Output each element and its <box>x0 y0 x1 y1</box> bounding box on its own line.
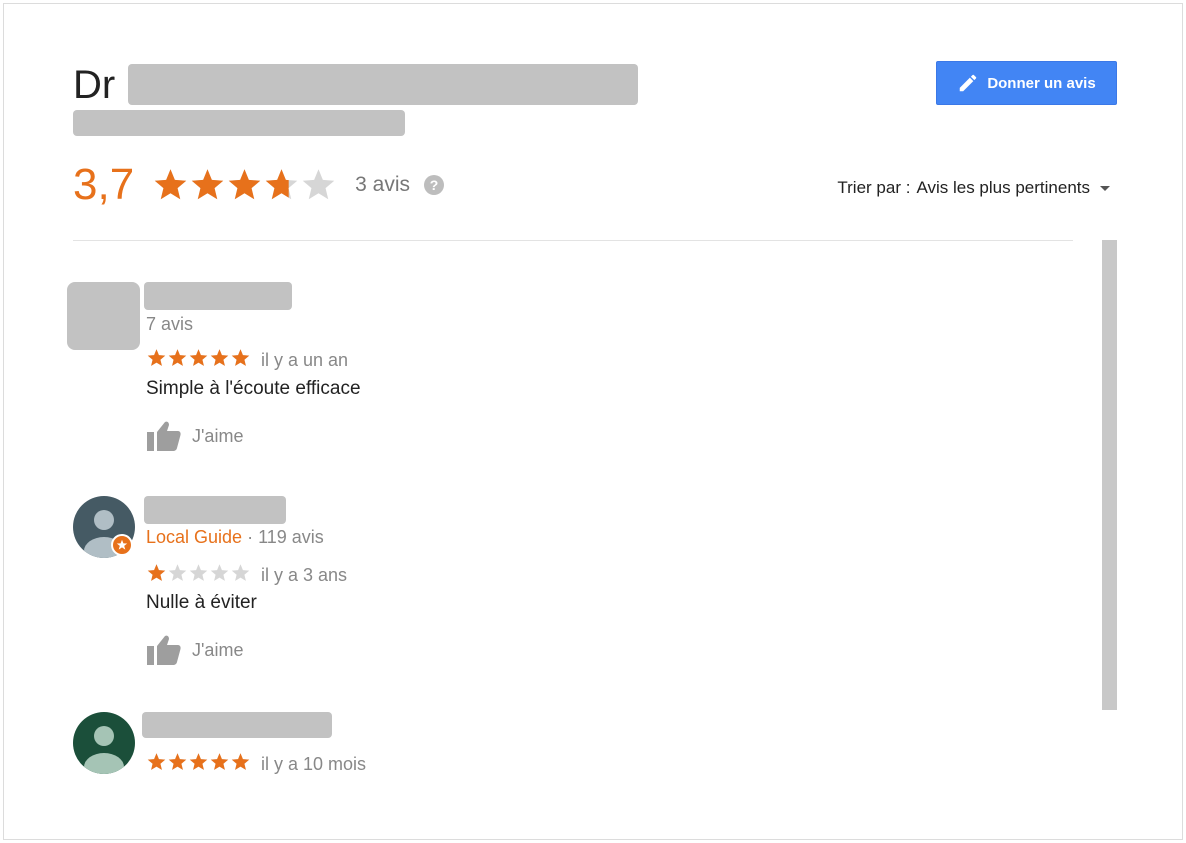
thumbs-up-icon <box>147 421 181 451</box>
like-label: J'aime <box>192 639 244 660</box>
star-icon <box>209 348 230 373</box>
redacted-doctor-name <box>128 64 638 105</box>
write-review-label: Donner un avis <box>987 74 1096 92</box>
like-button[interactable]: J'aime <box>146 634 243 666</box>
star-icon <box>230 563 251 588</box>
sort-value: Avis les plus pertinents <box>916 178 1090 197</box>
star-icon <box>188 348 209 373</box>
page-title: Dr <box>73 60 115 110</box>
review-text: Nulle à éviter <box>146 592 257 613</box>
star-icon <box>146 752 167 777</box>
pencil-icon <box>960 74 977 92</box>
local-guide-label[interactable]: Local Guide <box>146 527 242 547</box>
review-count[interactable]: 3 avis <box>355 173 410 197</box>
sort-label: Trier par : <box>837 178 911 197</box>
scrollbar[interactable] <box>1102 240 1117 710</box>
review-rating: il y a 3 ans <box>146 563 347 588</box>
reviewer-avatar[interactable] <box>73 712 135 774</box>
redacted-reviewer-name[interactable] <box>144 282 292 310</box>
star-icon <box>167 348 188 373</box>
review-time: il y a 10 mois <box>261 754 367 774</box>
review-text: Simple à l'écoute efficace <box>146 378 361 399</box>
person-icon <box>73 712 135 774</box>
divider <box>73 240 1073 241</box>
star-icon <box>152 167 189 203</box>
title-prefix: Dr <box>73 63 116 107</box>
help-icon[interactable]: ? <box>424 175 445 195</box>
star-icon <box>146 563 167 588</box>
star-icon <box>188 752 209 777</box>
write-review-button[interactable]: Donner un avis <box>936 61 1117 105</box>
average-stars <box>152 167 337 203</box>
star-icon <box>167 752 188 777</box>
reviewer-review-count: 7 avis <box>146 314 194 334</box>
redacted-reviewer-name[interactable] <box>144 496 286 524</box>
review-item: 7 avis il y a un an Simple à l'écoute ef… <box>67 282 1067 462</box>
reviewer-stats: 7 avis <box>146 314 193 335</box>
star-icon <box>209 752 230 777</box>
placeholder-avatar[interactable] <box>67 282 140 350</box>
like-button[interactable]: J'aime <box>146 420 243 452</box>
review-stars <box>146 563 251 588</box>
star-icon <box>167 563 188 588</box>
review-stars <box>146 752 251 777</box>
review-rating: il y a 10 mois <box>146 752 366 777</box>
chevron-down-icon <box>1100 185 1110 191</box>
review-stars <box>146 348 251 373</box>
review-item: il y a 10 mois <box>67 712 1067 792</box>
review-rating: il y a un an <box>146 348 348 373</box>
star-icon <box>188 563 209 588</box>
star-icon <box>263 167 300 203</box>
redacted-reviewer-name[interactable] <box>142 712 332 738</box>
review-time: il y a un an <box>261 350 349 370</box>
thumbs-up-icon <box>147 635 181 665</box>
star-icon <box>146 348 167 373</box>
average-rating: 3,7 <box>73 160 135 209</box>
reviewer-stats: Local Guide · 119 avis <box>146 527 324 548</box>
review-item: Local Guide · 119 avis il y a 3 ans Null… <box>67 496 1067 676</box>
local-guide-badge-icon <box>111 534 133 556</box>
star-icon <box>230 348 251 373</box>
like-label: J'aime <box>192 425 244 446</box>
rating-summary: 3,7 3 avis ? <box>73 155 445 215</box>
star-icon <box>230 752 251 777</box>
redacted-address <box>73 110 405 136</box>
star-icon <box>189 167 226 203</box>
star-icon <box>300 167 337 203</box>
reviewer-review-count: · 119 avis <box>242 527 324 547</box>
star-icon <box>209 563 230 588</box>
sort-dropdown[interactable]: Trier par : Avis les plus pertinents <box>837 178 1110 198</box>
star-icon <box>226 167 263 203</box>
review-time: il y a 3 ans <box>261 565 348 585</box>
